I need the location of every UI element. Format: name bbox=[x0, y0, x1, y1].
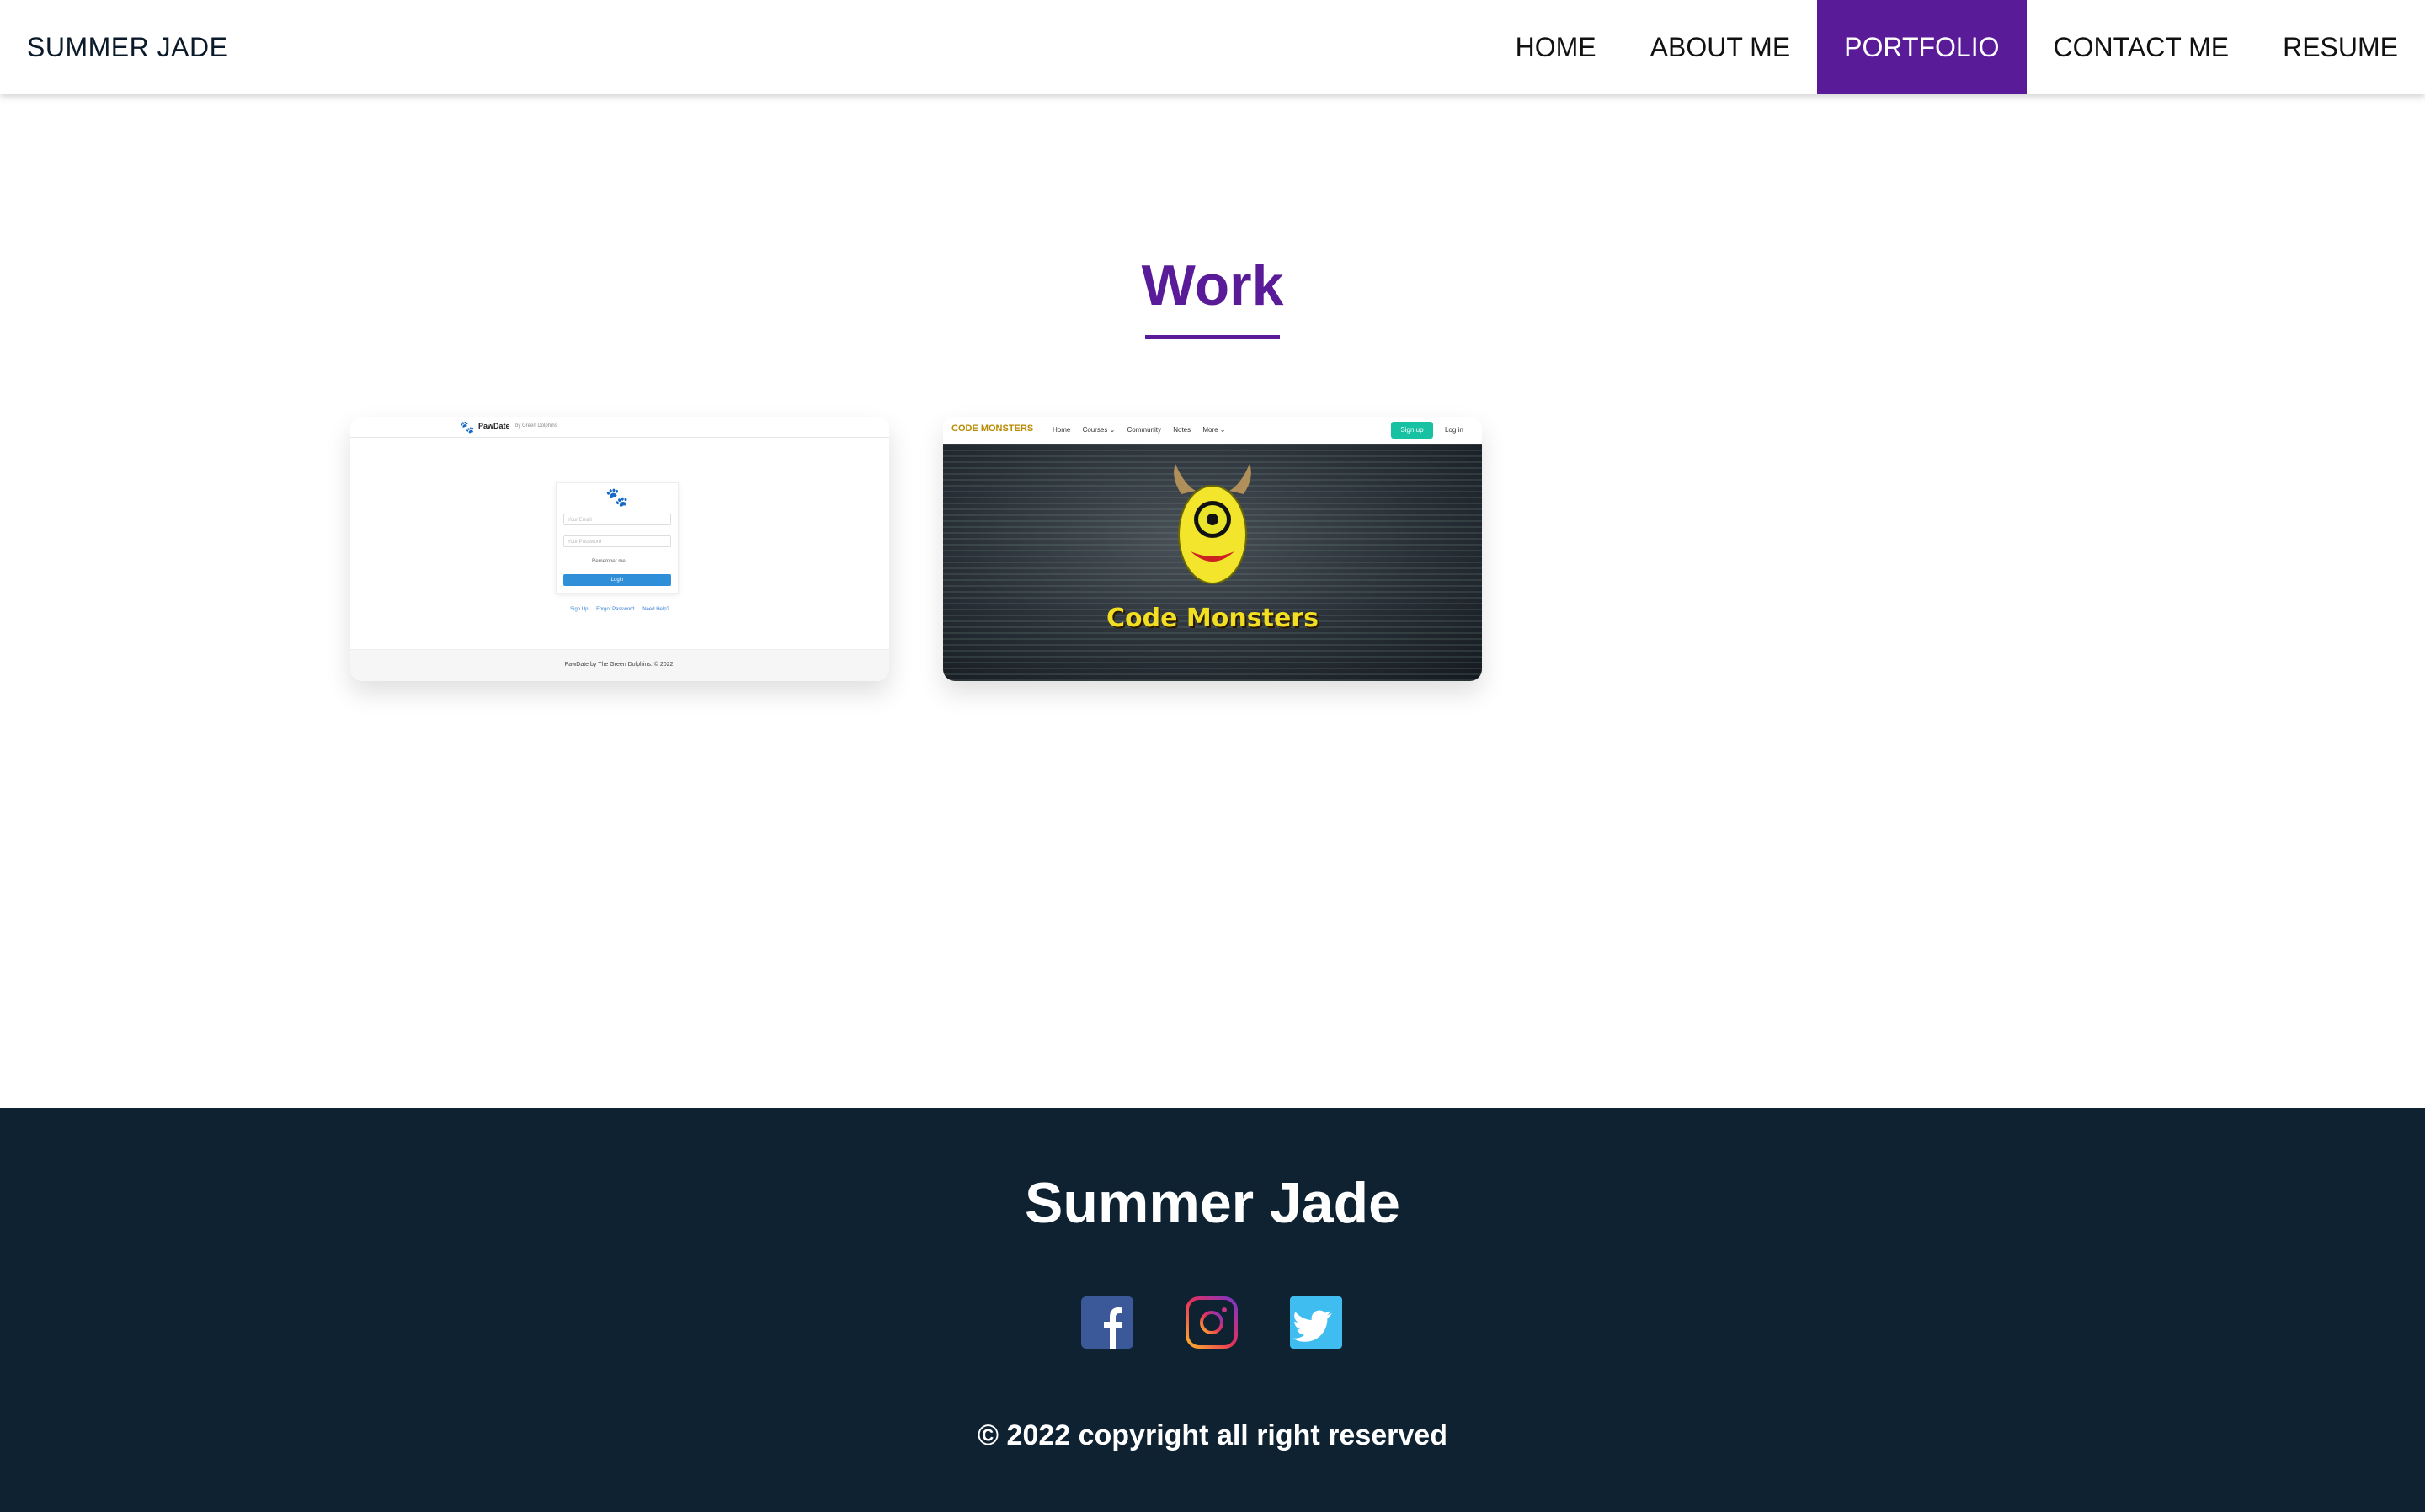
pawdate-by: by Green Dolphins bbox=[515, 423, 557, 429]
pawdate-footer-text: PawDate by The Green Dolphins. © 2022. bbox=[564, 662, 675, 668]
cm-signup-button: Sign up bbox=[1391, 422, 1433, 439]
monster-mascot-icon bbox=[1174, 464, 1251, 584]
cm-header: CODE MONSTERS Home Courses ⌄ Community N… bbox=[943, 417, 1482, 444]
nav-home[interactable]: HOME bbox=[1489, 0, 1623, 94]
nav-menu: HOME ABOUT ME PORTFOLIO CONTACT ME RESUM… bbox=[1489, 0, 2425, 94]
cm-logo: CODE MONSTERS bbox=[951, 423, 1034, 434]
cm-nav-item: More ⌄ bbox=[1202, 426, 1226, 434]
pawdate-email-field: Your Email bbox=[563, 514, 671, 525]
copyright-text: © 2022 copyright all right reserved bbox=[978, 1419, 1447, 1451]
cm-hero-title: Code Monsters bbox=[1106, 604, 1319, 633]
cm-nav-item: Notes bbox=[1173, 426, 1191, 434]
section-title: Work bbox=[1141, 253, 1284, 317]
pawdate-remember: Remember me bbox=[592, 559, 626, 564]
pawdate-footer: PawDate by The Green Dolphins. © 2022. bbox=[350, 649, 889, 681]
twitter-icon[interactable] bbox=[1290, 1296, 1342, 1349]
nav-about[interactable]: ABOUT ME bbox=[1623, 0, 1818, 94]
pawdate-login-box: 🐾 Your Email Your Password Remember me L… bbox=[556, 482, 679, 594]
title-underline bbox=[1145, 335, 1280, 339]
project-card-pawdate[interactable]: 🐾 PawDate by Green Dolphins 🐾 Your Email… bbox=[350, 417, 889, 681]
pawdate-password-field: Your Password bbox=[563, 535, 671, 547]
pawdate-header: 🐾 PawDate by Green Dolphins bbox=[350, 417, 889, 438]
cm-nav-item: Courses ⌄ bbox=[1082, 426, 1116, 434]
paw-icon: 🐾 bbox=[460, 420, 475, 434]
pawdate-links: Sign Up Forgot Password Need Help? bbox=[350, 607, 889, 612]
cm-nav-item: Home bbox=[1053, 426, 1071, 434]
nav-contact[interactable]: CONTACT ME bbox=[2027, 0, 2257, 94]
footer-name: Summer Jade bbox=[1025, 1171, 1400, 1235]
cm-nav-item: Community bbox=[1127, 426, 1161, 434]
cm-hero: Code Monsters bbox=[943, 444, 1482, 681]
instagram-icon[interactable] bbox=[1186, 1296, 1238, 1349]
nav-resume[interactable]: RESUME bbox=[2256, 0, 2425, 94]
nav-portfolio[interactable]: PORTFOLIO bbox=[1817, 0, 2027, 94]
site-footer: Summer Jade © 2022 copyright all right r… bbox=[0, 1108, 2425, 1512]
pawdate-link: Forgot Password bbox=[596, 607, 635, 612]
cm-login-link: Log in bbox=[1445, 426, 1463, 434]
pawdate-login-button: Login bbox=[563, 574, 671, 586]
facebook-icon[interactable] bbox=[1081, 1296, 1133, 1349]
cm-nav: Home Courses ⌄ Community Notes More ⌄ bbox=[1053, 426, 1236, 434]
pawdate-brand: PawDate bbox=[478, 422, 510, 430]
project-card-code-monsters[interactable]: CODE MONSTERS Home Courses ⌄ Community N… bbox=[943, 417, 1482, 681]
top-nav: SUMMER JADE HOME ABOUT ME PORTFOLIO CONT… bbox=[0, 0, 2425, 94]
paw-icon: 🐾 bbox=[605, 487, 629, 508]
pawdate-link: Sign Up bbox=[570, 607, 589, 612]
pawdate-link: Need Help? bbox=[642, 607, 669, 612]
site-brand[interactable]: SUMMER JADE bbox=[27, 0, 227, 94]
